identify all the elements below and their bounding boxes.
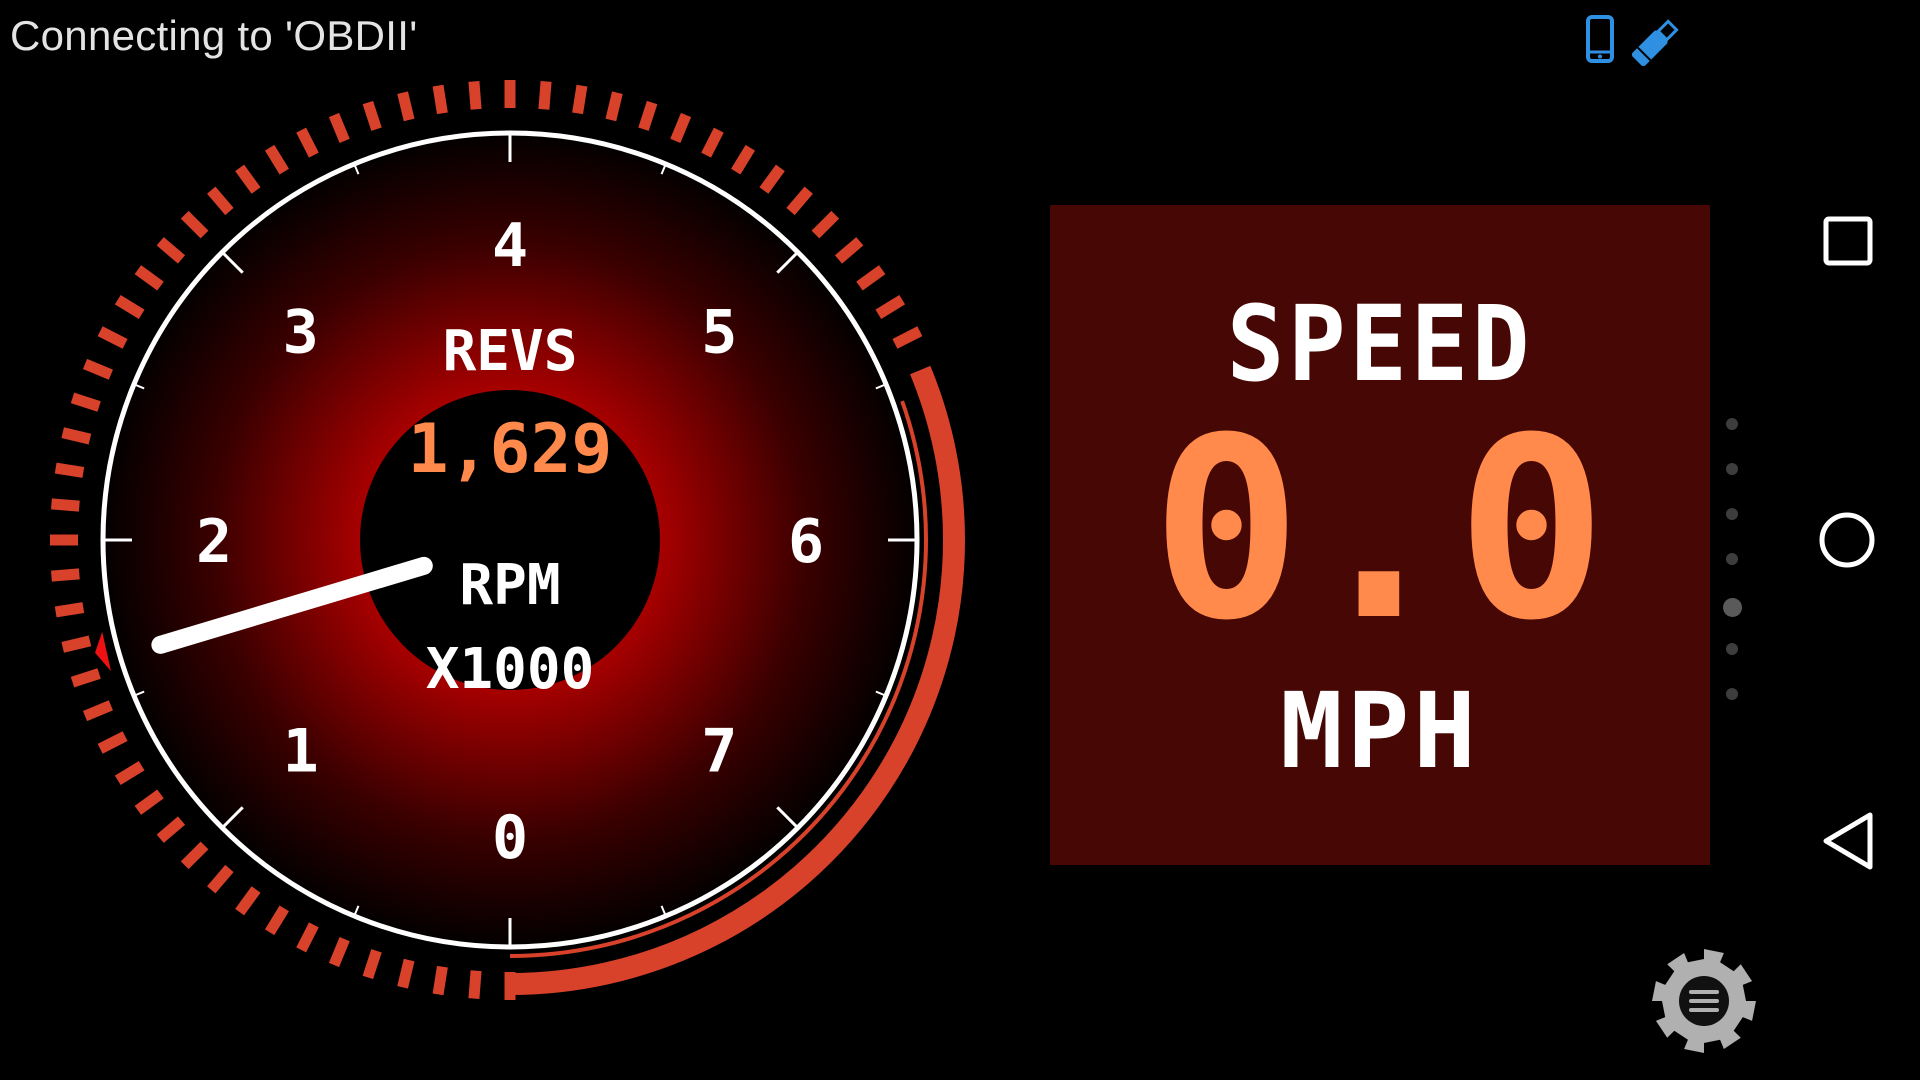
page-dot[interactable] [1726,463,1738,475]
outer-tick [638,100,658,131]
speed-panel: SPEED 0.0 MPH [1050,205,1710,865]
page-dot[interactable] [1726,508,1738,520]
outer-tick [134,265,164,291]
outer-tick [180,210,209,239]
scale-label: 7 [701,716,737,786]
outer-tick [61,427,92,445]
outer-tick [70,668,101,688]
outer-tick [82,700,113,722]
connection-status-text: Connecting to 'OBDII' [10,12,418,59]
outer-tick [605,91,623,122]
outer-tick [156,816,186,843]
recent-apps-button[interactable] [1823,216,1873,266]
revs-label: REVS [443,319,578,384]
screen: Connecting to 'OBDII' 0 1 2 3 4 5 6 7 REVS 1,62… [0,0,1920,1080]
page-dot[interactable] [1726,418,1738,430]
settings-menu-button[interactable] [1648,945,1760,1057]
outer-tick [296,922,319,953]
peak-marker [95,631,112,672]
outer-tick [468,970,482,1000]
outer-tick [759,164,785,194]
page-dot[interactable] [1726,553,1738,565]
outer-tick [538,80,552,110]
status-icons [1586,15,1679,67]
gear-menu-icon [1652,949,1756,1053]
scale-label: 6 [788,507,824,577]
outer-tick [892,326,923,349]
outer-tick [61,635,92,653]
phone-icon [1586,15,1614,63]
page-dot[interactable] [1726,688,1738,700]
revs-value: 1,629 [408,410,613,489]
outer-tick [54,602,85,618]
outer-tick [134,789,164,815]
outer-tick [82,358,113,380]
rev-gauge: 0 1 2 3 4 5 6 7 REVS 1,629 RPM X1000 [50,80,965,1000]
obd-dongle-icon [1631,19,1679,67]
back-button[interactable] [1820,810,1876,872]
outer-tick [114,761,145,786]
outer-tick [235,886,261,916]
page-dot[interactable] [1726,643,1738,655]
outer-tick [50,498,80,512]
outer-tick [786,186,813,216]
outer-tick [70,392,101,412]
page-dot-active[interactable] [1723,598,1742,617]
outer-tick [468,80,482,110]
outer-tick [235,164,261,194]
outer-tick [572,84,588,115]
outer-tick [834,237,864,264]
outer-tick [296,127,319,158]
scale-label: 0 [492,803,528,873]
home-button[interactable] [1817,510,1877,570]
outer-tick [670,112,692,143]
outer-tick [207,864,234,894]
outer-tick [432,965,448,996]
outer-tick [856,265,886,291]
outer-tick [397,958,415,989]
outer-tick [264,144,289,175]
page-indicator [1722,418,1742,708]
outer-tick [362,949,382,980]
scale-label: 2 [196,507,232,577]
rpm-unit-label: RPM [459,553,560,618]
multiplier-label: X1000 [426,637,595,702]
outer-tick [362,100,382,131]
outer-tick [156,237,186,264]
outer-tick [180,841,209,870]
outer-tick [397,91,415,122]
outer-tick [701,127,724,158]
scale-label: 1 [283,716,319,786]
outer-tick [114,294,145,319]
scale-label: 5 [701,298,737,368]
speed-unit-label: MPH [1280,670,1480,792]
scale-label: 3 [283,298,319,368]
outer-tick [207,186,234,216]
outer-tick [54,462,85,478]
outer-tick [50,568,80,582]
outer-tick [264,905,289,936]
outer-tick [432,84,448,115]
outer-tick [328,937,350,968]
scale-label: 4 [492,211,528,281]
outer-tick [328,112,350,143]
outer-tick [97,731,128,754]
outer-tick [875,294,906,319]
outer-tick [97,326,128,349]
outer-tick [811,210,840,239]
outer-tick [731,144,756,175]
speed-value: 0.0 [1151,384,1609,675]
